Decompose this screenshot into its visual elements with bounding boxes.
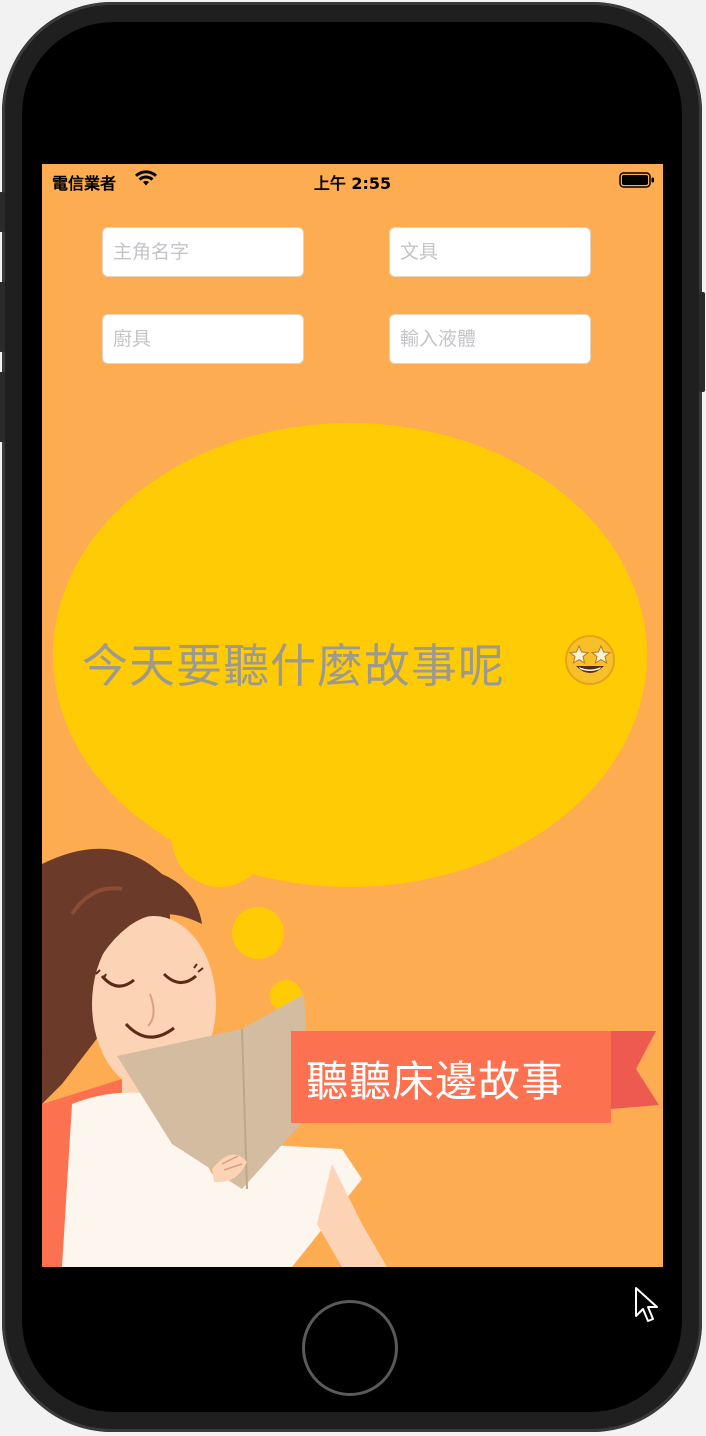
home-button[interactable] bbox=[302, 1300, 398, 1396]
star-struck-emoji-icon bbox=[565, 635, 615, 685]
story-question-text: 今天要聽什麼故事呢 bbox=[82, 639, 505, 693]
volume-down-button bbox=[0, 372, 5, 442]
bedtime-story-button-label[interactable]: 聽聽床邊故事 bbox=[306, 1048, 564, 1109]
mouse-pointer-icon bbox=[635, 1287, 658, 1322]
power-button bbox=[699, 292, 705, 392]
volume-up-button bbox=[0, 282, 5, 352]
mute-switch bbox=[0, 192, 5, 232]
app-screen: 電信業者 上午 2:55 今天要聽什麼故事呢 bbox=[42, 164, 663, 1267]
